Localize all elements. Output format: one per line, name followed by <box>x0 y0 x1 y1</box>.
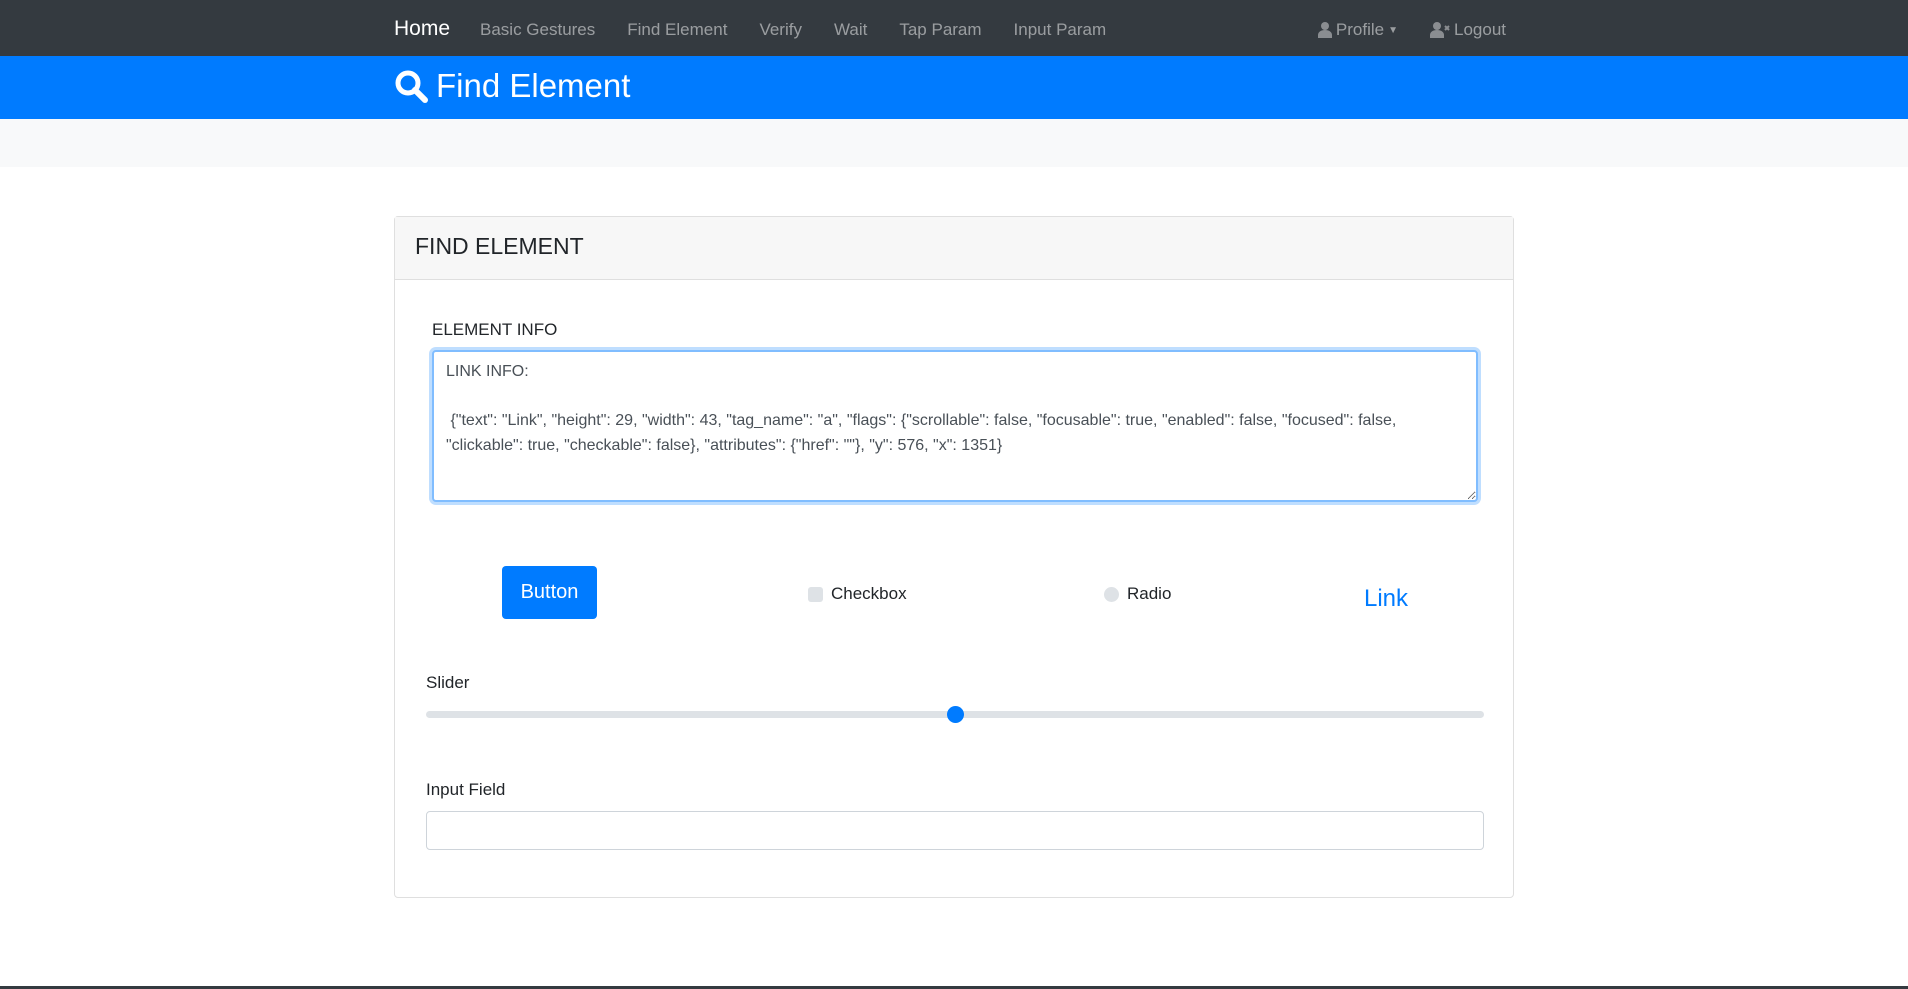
nav-basic-gestures[interactable]: Basic Gestures <box>480 20 595 40</box>
button[interactable]: Button <box>502 566 597 619</box>
user-icon <box>1317 22 1332 38</box>
card-title: FIND ELEMENT <box>395 217 1513 280</box>
nav-verify[interactable]: Verify <box>759 20 802 40</box>
nav-input-param[interactable]: Input Param <box>1014 20 1107 40</box>
nav-wait[interactable]: Wait <box>834 20 867 40</box>
link[interactable]: Link <box>1364 585 1408 613</box>
element-info-label: ELEMENT INFO <box>432 320 558 339</box>
user-times-icon <box>1430 22 1450 38</box>
nav-find-element[interactable]: Find Element <box>627 20 727 40</box>
page-title: Find Element <box>436 67 631 104</box>
radio[interactable]: Radio <box>1104 584 1171 604</box>
checkbox-box[interactable] <box>808 586 823 602</box>
checkbox[interactable]: Checkbox <box>808 584 907 604</box>
logout-link[interactable]: Logout <box>1430 20 1506 40</box>
slider-thumb[interactable] <box>947 706 964 723</box>
page-header: Find Element <box>0 56 1908 119</box>
find-element-card: FIND ELEMENT ELEMENT INFO LINK INFO: {"t… <box>394 216 1514 898</box>
slider-label: Slider <box>426 673 470 692</box>
input-field[interactable] <box>426 811 1484 850</box>
spacer-band <box>0 119 1908 167</box>
caret-down-icon: ▼ <box>1388 24 1398 36</box>
nav-tap-param[interactable]: Tap Param <box>899 20 981 40</box>
profile-dropdown[interactable]: Profile ▼ <box>1317 20 1398 40</box>
radio-circle[interactable] <box>1104 586 1119 602</box>
nav-home[interactable]: Home <box>394 17 450 41</box>
search-icon <box>395 70 428 103</box>
input-field-label: Input Field <box>426 780 506 799</box>
navbar: Home Basic Gestures Find Element Verify … <box>0 0 1908 56</box>
slider[interactable] <box>426 706 1484 723</box>
element-info-textarea[interactable]: LINK INFO: {"text": "Link", "height": 29… <box>432 350 1478 502</box>
